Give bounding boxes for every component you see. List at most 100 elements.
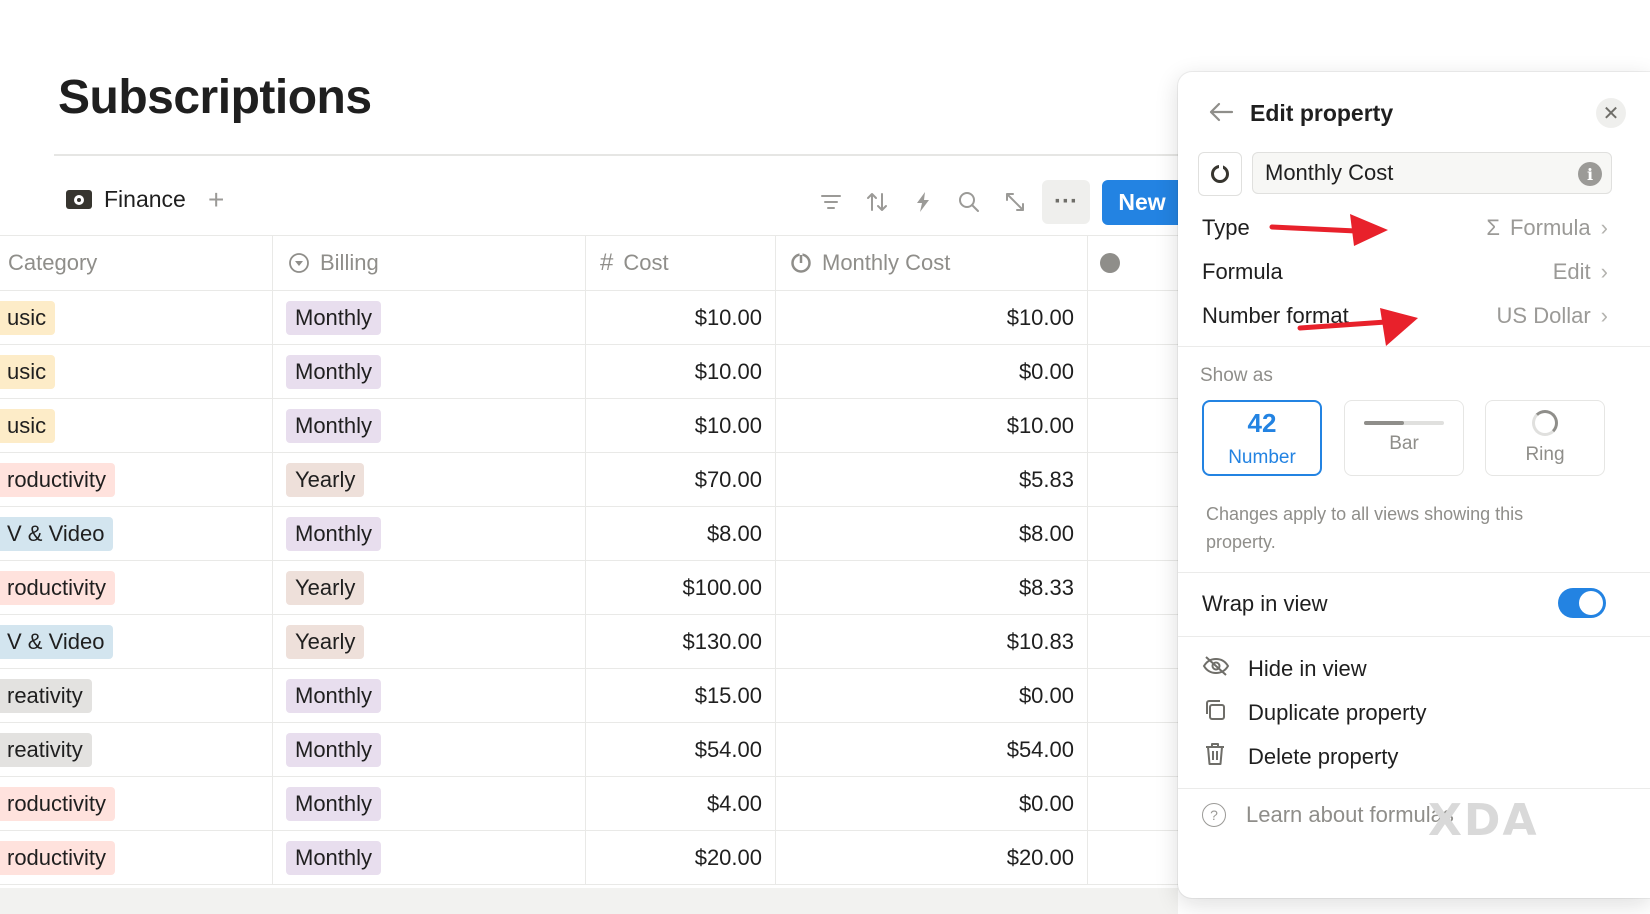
more-options-button[interactable]: ···	[1042, 180, 1090, 224]
table-header: Category Billing # Cost Monthly Cost	[0, 235, 1178, 291]
type-value: Formula	[1509, 215, 1591, 240]
billing-cell[interactable]: Monthly	[286, 507, 382, 560]
table-row[interactable]: usic Monthly $10.00 $10.00	[0, 399, 1178, 453]
column-divider	[272, 831, 273, 884]
monthly-cost-cell[interactable]: $20.00	[776, 831, 1074, 884]
lightning-icon[interactable]	[900, 180, 946, 224]
cost-cell[interactable]: $4.00	[586, 777, 762, 830]
cost-cell[interactable]: $15.00	[586, 669, 762, 722]
category-tag: usic	[0, 354, 56, 389]
billing-cell[interactable]: Monthly	[286, 345, 382, 398]
monthly-cost-cell[interactable]: $10.83	[776, 615, 1074, 668]
billing-cell[interactable]: Monthly	[286, 291, 382, 344]
category-cell[interactable]: roductivity	[0, 561, 116, 614]
monthly-cost-cell[interactable]: $54.00	[776, 723, 1074, 776]
cost-cell[interactable]: $100.00	[586, 561, 762, 614]
property-icon-picker[interactable]	[1198, 152, 1242, 196]
cost-cell[interactable]: $8.00	[586, 507, 762, 560]
add-view-button[interactable]: +	[208, 186, 224, 214]
table-row[interactable]: V & Video Yearly $130.00 $10.83	[0, 615, 1178, 669]
table-row[interactable]: usic Monthly $10.00 $0.00	[0, 345, 1178, 399]
type-row[interactable]: Type Σ Formula ›	[1202, 210, 1608, 246]
back-arrow-icon[interactable]	[1208, 98, 1234, 130]
column-header-cost[interactable]: # Cost	[600, 236, 669, 290]
info-icon[interactable]: i	[1578, 162, 1602, 186]
column-divider	[272, 561, 273, 614]
monthly-cost-cell[interactable]: $5.83	[776, 453, 1074, 506]
filter-icon[interactable]	[808, 180, 854, 224]
column-divider	[272, 399, 273, 452]
category-cell[interactable]: roductivity	[0, 777, 116, 830]
category-cell[interactable]: reativity	[0, 723, 92, 776]
category-cell[interactable]: usic	[0, 291, 56, 344]
table-row[interactable]: usic Monthly $10.00 $10.00	[0, 291, 1178, 345]
table-row[interactable]: roductivity Yearly $70.00 $5.83	[0, 453, 1178, 507]
wrap-toggle[interactable]	[1558, 588, 1606, 618]
category-cell[interactable]: V & Video	[0, 507, 114, 560]
category-tag: roductivity	[0, 570, 116, 605]
monthly-cost-cell[interactable]: $8.33	[776, 561, 1074, 614]
table-row[interactable]: reativity Monthly $15.00 $0.00	[0, 669, 1178, 723]
view-tab-finance[interactable]: Finance	[66, 186, 186, 213]
table-row[interactable]: roductivity Monthly $4.00 $0.00	[0, 777, 1178, 831]
ring-preview	[1532, 410, 1558, 436]
monthly-cost-cell[interactable]: $0.00	[776, 345, 1074, 398]
cost-cell[interactable]: $10.00	[586, 345, 762, 398]
billing-cell[interactable]: Monthly	[286, 669, 382, 722]
sort-icon[interactable]	[854, 180, 900, 224]
billing-tag: Monthly	[286, 516, 382, 551]
column-header-monthly-cost[interactable]: Monthly Cost	[790, 236, 950, 290]
table-row[interactable]: roductivity Monthly $20.00 $20.00	[0, 831, 1178, 885]
monthly-cost-cell[interactable]: $10.00	[776, 399, 1074, 452]
cost-cell[interactable]: $70.00	[586, 453, 762, 506]
category-cell[interactable]: V & Video	[0, 615, 114, 668]
monthly-cost-cell[interactable]: $0.00	[776, 669, 1074, 722]
cost-cell[interactable]: $10.00	[586, 399, 762, 452]
column-divider	[272, 777, 273, 830]
category-cell[interactable]: roductivity	[0, 831, 116, 884]
show-as-ring-option[interactable]: Ring	[1485, 400, 1605, 476]
cost-cell[interactable]: $20.00	[586, 831, 762, 884]
cost-cell[interactable]: $10.00	[586, 291, 762, 344]
monthly-cost-cell[interactable]: $10.00	[776, 291, 1074, 344]
show-as-number-option[interactable]: 42 Number	[1202, 400, 1322, 476]
close-icon[interactable]: ✕	[1596, 98, 1626, 128]
column-header-category[interactable]: Category	[8, 236, 97, 290]
delete-property-action[interactable]: Delete property	[1202, 739, 1398, 775]
billing-cell[interactable]: Yearly	[286, 615, 365, 668]
category-cell[interactable]: roductivity	[0, 453, 116, 506]
cost-cell[interactable]: $130.00	[586, 615, 762, 668]
property-name-input[interactable]: Monthly Cost	[1252, 152, 1612, 194]
database-table: Category Billing # Cost Monthly Cost usi…	[0, 235, 1178, 885]
action-label: Duplicate property	[1248, 700, 1427, 725]
billing-cell[interactable]: Monthly	[286, 777, 382, 830]
monthly-cost-cell[interactable]: $0.00	[776, 777, 1074, 830]
billing-cell[interactable]: Monthly	[286, 831, 382, 884]
search-icon[interactable]	[946, 180, 992, 224]
cost-cell[interactable]: $54.00	[586, 723, 762, 776]
table-row[interactable]: roductivity Yearly $100.00 $8.33	[0, 561, 1178, 615]
table-row[interactable]: reativity Monthly $54.00 $54.00	[0, 723, 1178, 777]
category-cell[interactable]: usic	[0, 399, 56, 452]
billing-cell[interactable]: Monthly	[286, 723, 382, 776]
category-cell[interactable]: reativity	[0, 669, 92, 722]
show-as-bar-option[interactable]: Bar	[1344, 400, 1464, 476]
number-preview: 42	[1247, 407, 1277, 438]
type-label: Type	[1202, 215, 1250, 240]
column-header-label: Monthly Cost	[822, 250, 951, 275]
chevron-right-icon: ›	[1600, 303, 1608, 328]
table-row[interactable]: V & Video Monthly $8.00 $8.00	[0, 507, 1178, 561]
category-cell[interactable]: usic	[0, 345, 56, 398]
hide-in-view-action[interactable]: Hide in view	[1202, 651, 1367, 687]
duplicate-property-action[interactable]: Duplicate property	[1202, 695, 1427, 731]
column-header-billing[interactable]: Billing	[288, 236, 379, 290]
formula-row[interactable]: Formula Edit ›	[1202, 254, 1608, 290]
expand-icon[interactable]	[992, 180, 1038, 224]
billing-cell[interactable]: Monthly	[286, 399, 382, 452]
billing-cell[interactable]: Yearly	[286, 453, 365, 506]
new-button[interactable]: New	[1102, 180, 1182, 225]
learn-about-formulas-link[interactable]: ? Learn about formulas	[1202, 802, 1454, 828]
billing-cell[interactable]: Yearly	[286, 561, 365, 614]
category-tag: roductivity	[0, 786, 116, 821]
monthly-cost-cell[interactable]: $8.00	[776, 507, 1074, 560]
